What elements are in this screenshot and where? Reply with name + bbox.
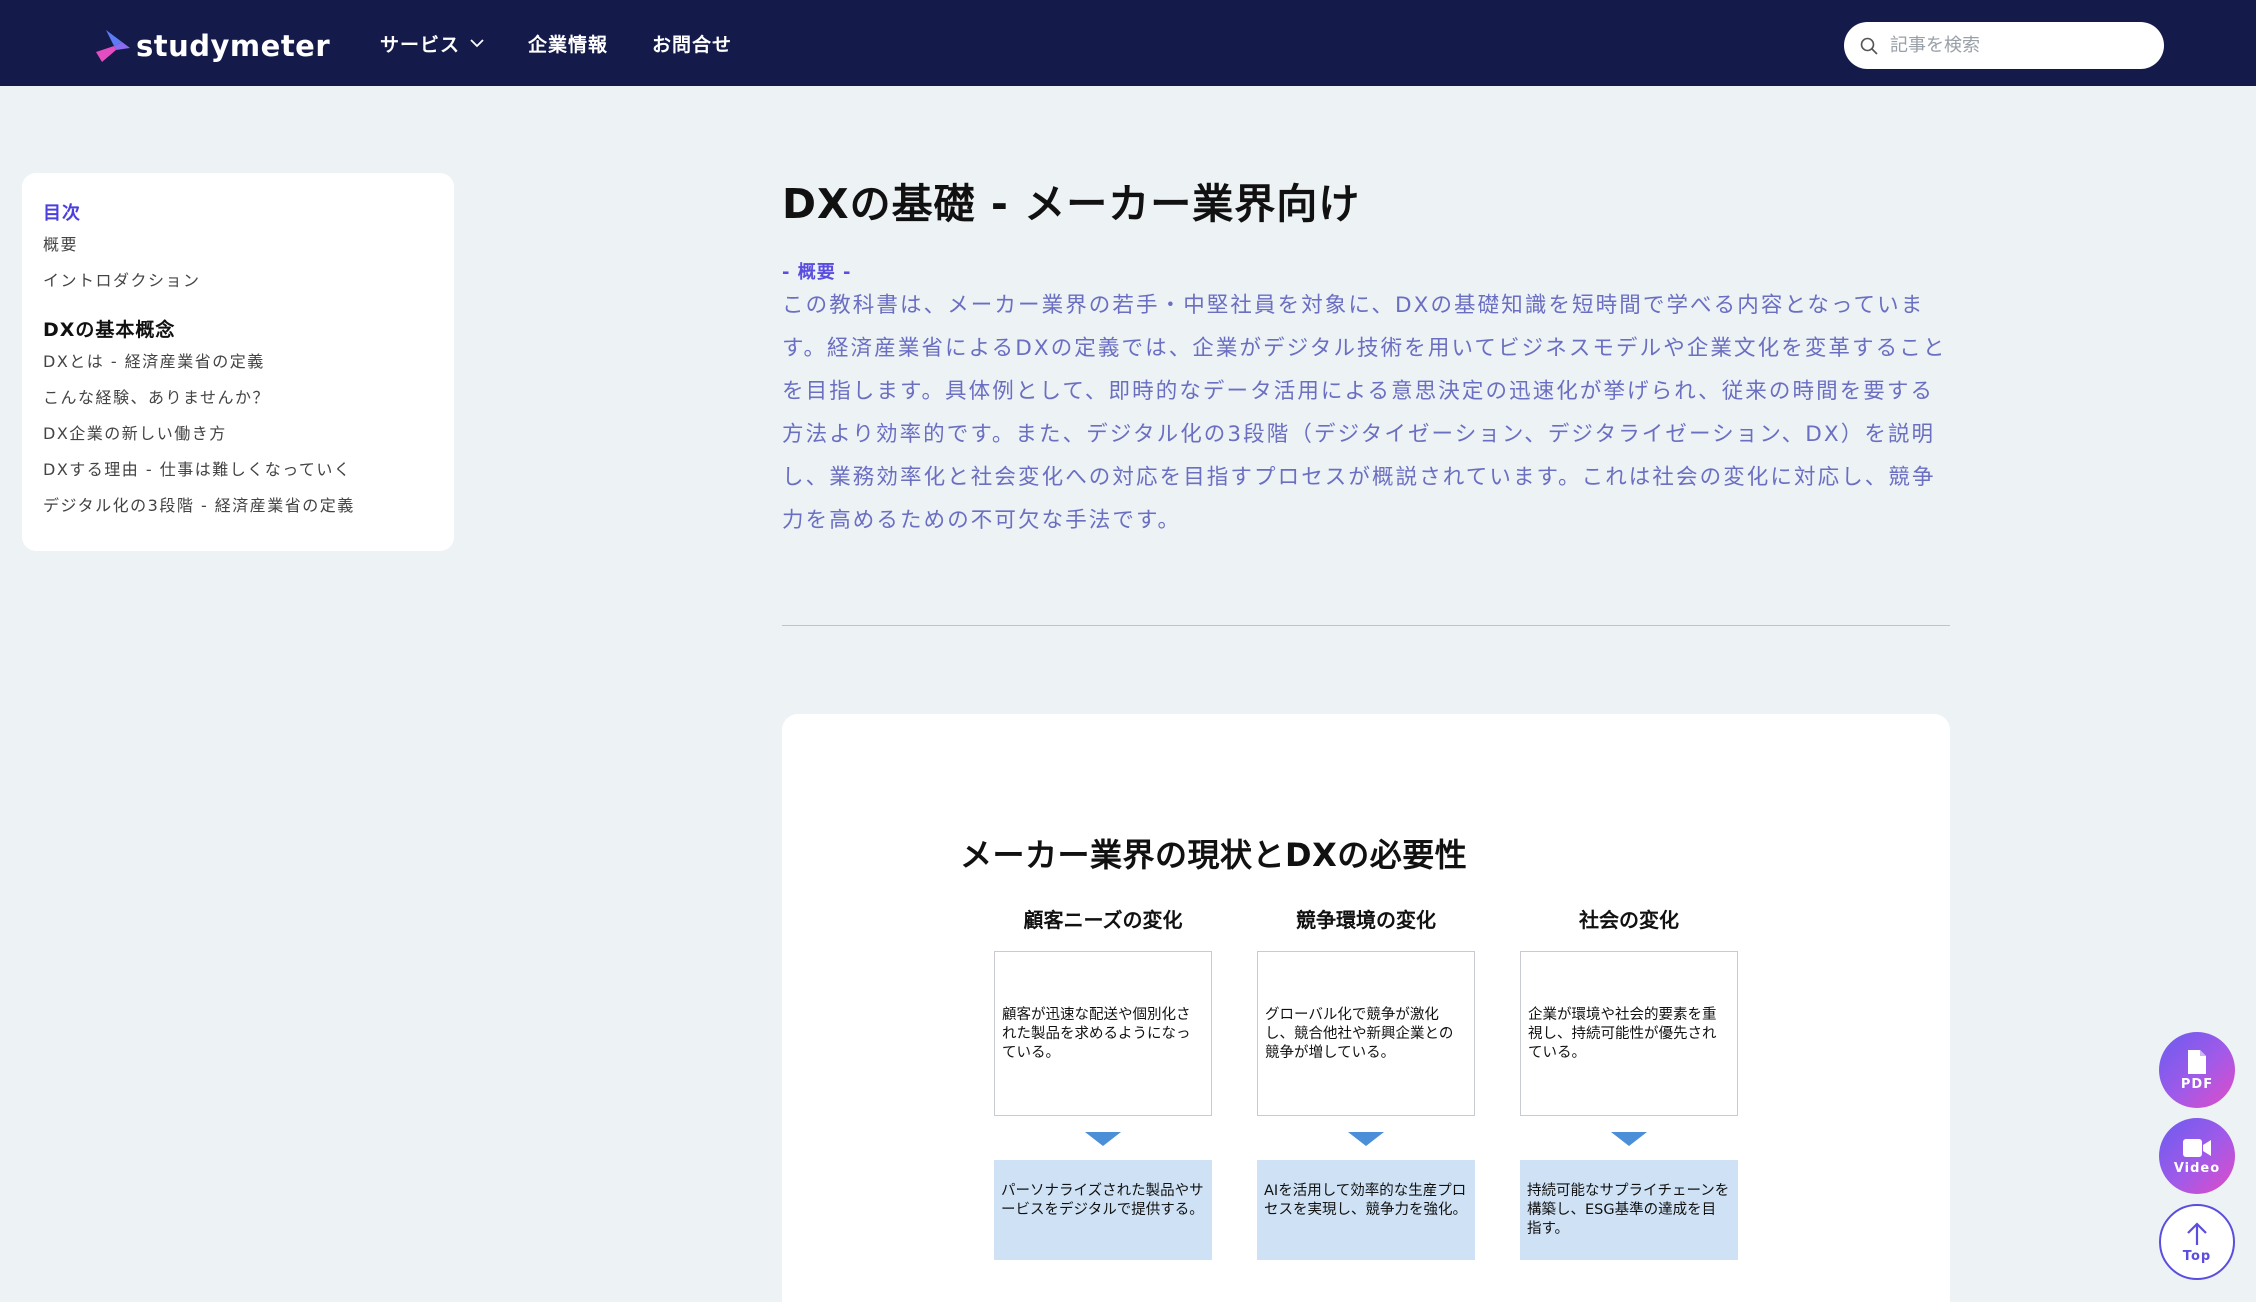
toc-item-new-work-style[interactable]: DX企業の新しい働き方 [43,420,433,444]
column-description: 顧客が迅速な配送や個別化された製品を求めるようになっている。 [994,951,1212,1116]
nav-company[interactable]: 企業情報 [528,30,608,57]
summary-text: この教科書は、メーカー業界の若手・中堅社員を対象に、DXの基礎知識を短時間で学べ… [782,284,1950,542]
section-divider [782,625,1950,626]
top-header: studymeter サービス 企業情報 お問合せ [0,0,2256,86]
toc-heading: 目次 [43,203,81,224]
toc-item-overview[interactable]: 概要 [43,231,433,255]
logo-mark-icon [92,26,132,66]
column-heading: 競争環境の変化 [1296,908,1436,932]
column-description: 企業が環境や社会的要素を重視し、持続可能性が優先されている。 [1520,951,1738,1116]
arrow-down-icon [1085,1132,1121,1146]
nav-services-label: サービス [380,33,461,56]
summary-label: - 概要 - [782,262,852,283]
nav-company-label: 企業情報 [528,33,609,56]
logo-text: studymeter [136,29,331,63]
toc-item-three-stages[interactable]: デジタル化の3段階 - 経済産業省の定義 [43,492,433,516]
video-button[interactable]: Video [2159,1118,2235,1194]
summary-line: し、業務効率化と社会変化への対応を目指すプロセスが概説されています。これは社会の… [782,465,1936,490]
figure-column-society: 社会の変化 企業が環境や社会的要素を重視し、持続可能性が優先されている。 持続可… [1520,904,1738,1260]
arrow-down-icon [1611,1132,1647,1146]
document-icon [2188,1049,2206,1074]
summary-line: 方法より効率的です。また、デジタル化の3段階（デジタイゼーション、デジタライゼー… [782,422,1936,447]
arrow-down-icon [1348,1132,1384,1146]
column-description: グローバル化で競争が激化し、競合他社や新興企業との競争が増している。 [1257,951,1475,1116]
column-result: パーソナライズされた製品やサービスをデジタルで提供する。 [994,1160,1212,1260]
chevron-down-icon [470,38,484,47]
nav-contact-label: お問合せ [652,33,733,56]
summary-line: を目指します。具体例として、即時的なデータ活用による意思決定の迅速化が挙げられ、… [782,379,1935,404]
toc-item-introduction[interactable]: イントロダクション [43,267,433,291]
video-label: Video [2173,1160,2221,1176]
nav-contact[interactable]: お問合せ [652,30,732,57]
summary-line: この教科書は、メーカー業界の若手・中堅社員を対象に、DXの基礎知識を短時間で学べ… [782,293,1925,318]
search-box[interactable] [1844,22,2164,69]
toc-section-dx-basics[interactable]: DXの基本概念 [43,315,433,342]
top-label: Top [2182,1248,2212,1264]
search-icon [1860,37,1878,55]
pdf-label: PDF [2180,1076,2214,1092]
arrow-up-icon [2187,1221,2207,1245]
nav-services[interactable]: サービス [380,30,484,57]
toc-item-dx-reason[interactable]: DXする理由 - 仕事は難しくなっていく [43,456,433,480]
studymeter-logo[interactable]: studymeter [92,26,330,66]
column-result: AIを活用して効率的な生産プロセスを実現し、競争力を強化。 [1257,1160,1475,1260]
toc-item-experience[interactable]: こんな経験、ありませんか？ [43,384,433,408]
summary-line: 力を高めるための不可欠な手法です。 [782,508,1182,533]
page-title: DXの基礎 - メーカー業界向け [782,180,1361,228]
video-camera-icon [2183,1138,2211,1157]
figure-column-competition: 競争環境の変化 グローバル化で競争が激化し、競合他社や新興企業との競争が増してい… [1257,904,1475,1260]
toc-item-dx-definition[interactable]: DXとは - 経済産業省の定義 [43,348,433,372]
search-input[interactable] [1890,35,2140,56]
figure-title: メーカー業界の現状とDXの必要性 [960,836,1468,874]
column-heading: 顧客ニーズの変化 [1023,908,1183,932]
table-of-contents: 目次 概要 イントロダクション DXの基本概念 DXとは - 経済産業省の定義 … [22,173,454,551]
back-to-top-button[interactable]: Top [2159,1204,2235,1280]
column-heading: 社会の変化 [1579,908,1679,932]
summary-line: す。経済産業省によるDXの定義では、企業がデジタル技術を用いてビジネスモデルや企… [782,336,1947,361]
main-nav: サービス 企業情報 お問合せ [380,0,776,86]
figure-column-customer: 顧客ニーズの変化 顧客が迅速な配送や個別化された製品を求めるようになっている。 … [994,904,1212,1260]
pdf-button[interactable]: PDF [2159,1032,2235,1108]
figure-card: メーカー業界の現状とDXの必要性 顧客ニーズの変化 顧客が迅速な配送や個別化され… [782,714,1950,1302]
column-result: 持続可能なサプライチェーンを構築し、ESG基準の達成を目指す。 [1520,1160,1738,1260]
